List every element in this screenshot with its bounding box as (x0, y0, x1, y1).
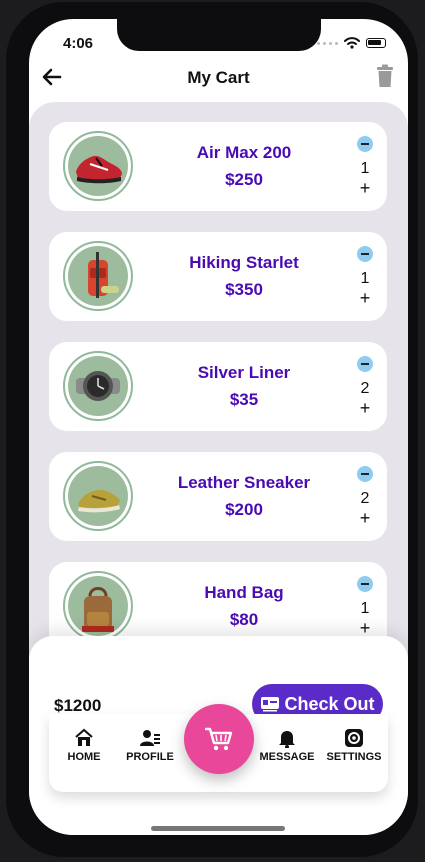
cart-total: $1200 (54, 696, 102, 715)
cart-item: Air Max 200 $250 1 + (49, 122, 387, 211)
nav-message-label: MESSAGE (259, 751, 315, 763)
status-icons (317, 37, 386, 49)
decrease-quantity-button[interactable] (357, 136, 373, 152)
product-price: $80 (229, 610, 259, 629)
backpack-image (88, 252, 119, 298)
signal-icon (317, 41, 338, 45)
bell-icon (279, 731, 295, 748)
status-time: 4:06 (63, 35, 94, 52)
product-image-frame (63, 241, 133, 311)
cart-item: Hiking Starlet $350 1 + (49, 232, 387, 321)
increase-quantity-button[interactable]: + (356, 399, 374, 417)
cart-item: Leather Sneaker $200 2 + (49, 452, 387, 541)
product-image-frame (63, 351, 133, 421)
header: My Cart (29, 63, 408, 99)
product-price: $250 (225, 170, 263, 189)
battery-icon (366, 38, 386, 48)
nav-settings[interactable]: SETTINGS (319, 728, 389, 763)
increase-quantity-button[interactable]: + (356, 179, 374, 197)
quantity-value: 1 (360, 270, 370, 287)
home-indicator[interactable] (151, 826, 285, 831)
decrease-quantity-button[interactable] (357, 576, 373, 592)
trash-icon[interactable] (376, 64, 394, 88)
product-price: $350 (225, 280, 263, 299)
product-name: Hiking Starlet (189, 253, 299, 272)
product-name: Leather Sneaker (177, 473, 311, 492)
product-name: Air Max 200 (196, 143, 292, 162)
cart-fab-button[interactable] (184, 704, 254, 774)
increase-quantity-button[interactable]: + (356, 509, 374, 527)
product-image (68, 576, 128, 636)
nav-message[interactable]: MESSAGE (252, 728, 322, 763)
increase-quantity-button[interactable]: + (356, 289, 374, 307)
nav-home-label: HOME (67, 751, 101, 763)
product-name: Hand Bag (204, 583, 284, 602)
product-price: $35 (229, 390, 259, 409)
sneaker-image (78, 490, 120, 513)
home-icon (75, 728, 93, 746)
nav-profile-label: PROFILE (126, 751, 174, 763)
nav-profile[interactable]: PROFILE (115, 728, 185, 763)
page-title: My Cart (187, 68, 250, 87)
quantity-value: 1 (360, 160, 370, 177)
quantity-value: 1 (360, 600, 370, 617)
product-image-frame (63, 571, 133, 641)
handbag-image (82, 587, 114, 632)
product-image (68, 136, 128, 196)
decrease-quantity-button[interactable] (357, 356, 373, 372)
product-image (68, 356, 128, 416)
profile-icon (140, 730, 160, 746)
product-image (68, 246, 128, 306)
decrease-quantity-button[interactable] (357, 466, 373, 482)
increase-quantity-button[interactable]: + (356, 619, 374, 637)
payment-icon (261, 697, 280, 712)
screen: 4:06 My Cart Air Max 200 $250 1 + Hiking… (29, 19, 408, 835)
quantity-value: 2 (360, 490, 370, 507)
quantity-value: 2 (360, 380, 370, 397)
settings-icon (345, 729, 363, 747)
product-name: Silver Liner (197, 363, 291, 382)
notch (117, 19, 321, 51)
cart-item: Silver Liner $35 2 + (49, 342, 387, 431)
product-image-frame (63, 461, 133, 531)
product-price: $200 (225, 500, 263, 519)
nav-settings-label: SETTINGS (326, 751, 382, 763)
decrease-quantity-button[interactable] (357, 246, 373, 262)
nav-home[interactable]: HOME (49, 728, 119, 763)
sneaker-image (76, 155, 122, 184)
checkout-label: Check Out (284, 693, 375, 714)
cart-icon (205, 727, 233, 751)
product-image (68, 466, 128, 526)
wifi-icon (344, 37, 360, 49)
device-frame: 4:06 My Cart Air Max 200 $250 1 + Hiking… (6, 2, 418, 857)
product-image-frame (63, 131, 133, 201)
watch-image (76, 371, 120, 401)
